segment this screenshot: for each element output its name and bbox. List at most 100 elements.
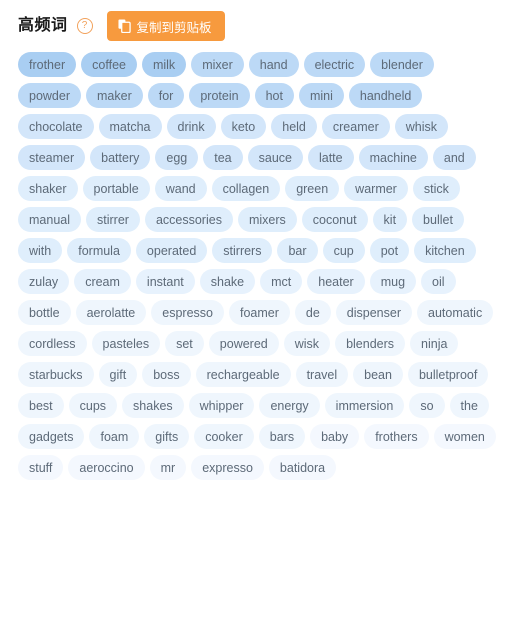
keyword-tag[interactable]: ninja (410, 331, 459, 356)
keyword-tag[interactable]: expresso (191, 455, 264, 480)
keyword-tag[interactable]: starbucks (18, 362, 94, 387)
keyword-tag[interactable]: whisk (394, 114, 448, 139)
keyword-tag[interactable]: espresso (151, 300, 224, 325)
keyword-tag[interactable]: gifts (144, 424, 190, 449)
keyword-tag[interactable]: aeroccino (68, 455, 145, 480)
keyword-tag[interactable]: egg (155, 145, 199, 170)
keyword-tag[interactable]: powered (208, 331, 279, 356)
keyword-tag[interactable]: held (271, 114, 317, 139)
keyword-tag[interactable]: coconut (301, 207, 368, 232)
keyword-tag[interactable]: cups (68, 393, 118, 418)
copy-to-clipboard-button[interactable]: 复制到剪贴板 (106, 11, 225, 41)
keyword-tag[interactable]: aerolatte (75, 300, 147, 325)
keyword-tag[interactable]: instant (135, 269, 195, 294)
keyword-tag[interactable]: cream (74, 269, 131, 294)
keyword-tag[interactable]: coffee (81, 52, 137, 77)
keyword-tag[interactable]: protein (189, 83, 250, 108)
keyword-tag[interactable]: dispenser (335, 300, 412, 325)
keyword-tag[interactable]: shakes (122, 393, 184, 418)
keyword-tag[interactable]: wisk (283, 331, 331, 356)
keyword-tag[interactable]: boss (142, 362, 191, 387)
keyword-tag[interactable]: bullet (412, 207, 464, 232)
keyword-tag[interactable]: zulay (18, 269, 70, 294)
keyword-tag[interactable]: chocolate (18, 114, 94, 139)
keyword-tag[interactable]: wand (154, 176, 207, 201)
keyword-tag[interactable]: heater (307, 269, 365, 294)
keyword-tag[interactable]: sauce (247, 145, 303, 170)
keyword-tag[interactable]: mct (260, 269, 303, 294)
keyword-tag[interactable]: automatic (417, 300, 494, 325)
keyword-tag[interactable]: kitchen (414, 238, 476, 263)
keyword-tag[interactable]: keto (220, 114, 267, 139)
keyword-tag[interactable]: set (165, 331, 204, 356)
keyword-tag[interactable]: whipper (188, 393, 255, 418)
keyword-tag[interactable]: shake (199, 269, 256, 294)
keyword-tag[interactable]: accessories (144, 207, 233, 232)
help-question-icon[interactable]: ? (76, 18, 93, 34)
keyword-tag[interactable]: cup (322, 238, 365, 263)
keyword-tag[interactable]: foamer (228, 300, 290, 325)
keyword-tag[interactable]: mixer (191, 52, 244, 77)
keyword-tag[interactable]: travel (295, 362, 349, 387)
keyword-tag[interactable]: blender (370, 52, 434, 77)
keyword-tag[interactable]: stirrers (212, 238, 273, 263)
keyword-tag[interactable]: hot (254, 83, 294, 108)
keyword-tag[interactable]: and (432, 145, 476, 170)
keyword-tag[interactable]: mr (149, 455, 187, 480)
keyword-tag[interactable]: immersion (324, 393, 405, 418)
keyword-tag[interactable]: bars (258, 424, 306, 449)
keyword-tag[interactable]: oil (421, 269, 456, 294)
keyword-tag[interactable]: gadgets (18, 424, 85, 449)
keyword-tag[interactable]: rechargeable (195, 362, 291, 387)
keyword-tag[interactable]: electric (303, 52, 366, 77)
keyword-tag[interactable]: with (18, 238, 63, 263)
keyword-tag[interactable]: gift (98, 362, 138, 387)
keyword-tag[interactable]: de (294, 300, 331, 325)
keyword-tag[interactable]: shaker (18, 176, 78, 201)
keyword-tag[interactable]: mug (369, 269, 417, 294)
keyword-tag[interactable]: stirrer (86, 207, 140, 232)
keyword-tag[interactable]: green (285, 176, 340, 201)
keyword-tag[interactable]: pasteles (91, 331, 161, 356)
keyword-tag[interactable]: for (147, 83, 185, 108)
keyword-tag[interactable]: blenders (335, 331, 406, 356)
keyword-tag[interactable]: so (409, 393, 445, 418)
keyword-tag[interactable]: powder (18, 83, 81, 108)
keyword-tag[interactable]: steamer (18, 145, 86, 170)
keyword-tag[interactable]: bar (277, 238, 318, 263)
keyword-tag[interactable]: creamer (321, 114, 390, 139)
keyword-tag[interactable]: stuff (18, 455, 64, 480)
keyword-tag[interactable]: the (449, 393, 489, 418)
keyword-tag[interactable]: latte (307, 145, 354, 170)
keyword-tag[interactable]: milk (141, 52, 187, 77)
keyword-tag[interactable]: cooker (194, 424, 254, 449)
keyword-tag[interactable]: baby (310, 424, 360, 449)
keyword-tag[interactable]: mixers (237, 207, 297, 232)
keyword-tag[interactable]: mini (298, 83, 344, 108)
keyword-tag[interactable]: women (433, 424, 496, 449)
keyword-tag[interactable]: bottle (18, 300, 71, 325)
keyword-tag[interactable]: kit (372, 207, 408, 232)
keyword-tag[interactable]: bean (353, 362, 403, 387)
keyword-tag[interactable]: machine (358, 145, 428, 170)
keyword-tag[interactable]: frothers (364, 424, 429, 449)
keyword-tag[interactable]: foam (89, 424, 140, 449)
keyword-tag[interactable]: bulletproof (407, 362, 489, 387)
keyword-tag[interactable]: handheld (348, 83, 423, 108)
keyword-tag[interactable]: operated (135, 238, 208, 263)
keyword-tag[interactable]: formula (67, 238, 131, 263)
keyword-tag[interactable]: stick (412, 176, 460, 201)
keyword-tag[interactable]: hand (248, 52, 299, 77)
keyword-tag[interactable]: tea (203, 145, 243, 170)
keyword-tag[interactable]: best (18, 393, 64, 418)
keyword-tag[interactable]: warmer (344, 176, 408, 201)
keyword-tag[interactable]: matcha (98, 114, 162, 139)
keyword-tag[interactable]: frother (18, 52, 77, 77)
keyword-tag[interactable]: pot (369, 238, 410, 263)
keyword-tag[interactable]: battery (90, 145, 151, 170)
keyword-tag[interactable]: energy (259, 393, 320, 418)
keyword-tag[interactable]: cordless (18, 331, 87, 356)
keyword-tag[interactable]: portable (82, 176, 150, 201)
keyword-tag[interactable]: maker (86, 83, 143, 108)
keyword-tag[interactable]: batidora (268, 455, 337, 480)
